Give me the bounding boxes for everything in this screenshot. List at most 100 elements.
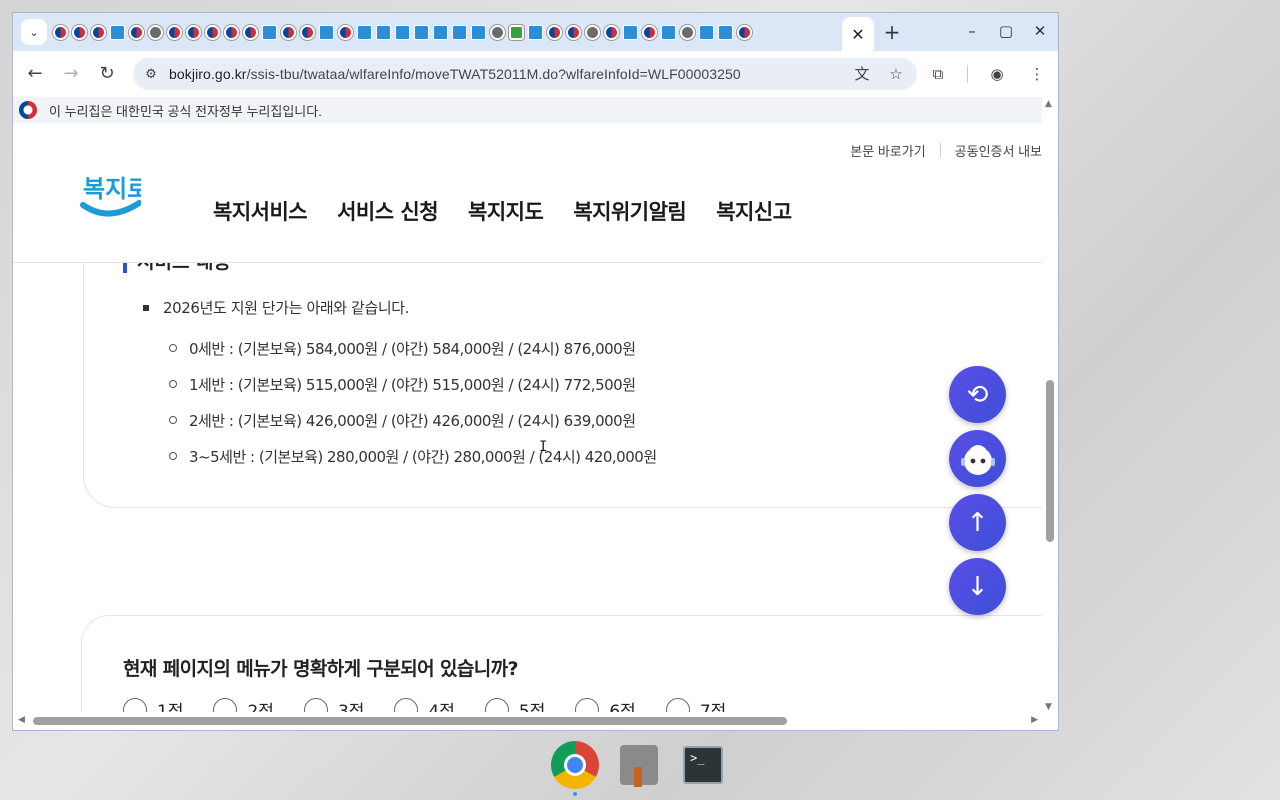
tab-favicon[interactable] bbox=[72, 24, 87, 40]
nav-welfare-map[interactable]: 복지지도 bbox=[468, 196, 544, 226]
gov-banner-text: 이 누리집은 대한민국 공식 전자정부 누리집입니다. bbox=[49, 103, 322, 119]
maximize-icon[interactable]: ▢ bbox=[996, 21, 1016, 41]
logo-text: 복지로 bbox=[83, 175, 141, 203]
browser-toolbar: ← → ↻ ⚙ bokjiro.go.kr/ssis-tbu/twataa/wl… bbox=[13, 51, 1058, 97]
tab-favicon[interactable] bbox=[319, 24, 334, 40]
menu-icon[interactable]: ⋮ bbox=[1026, 63, 1048, 85]
tab-favicon[interactable] bbox=[680, 24, 695, 40]
tab-favicon[interactable] bbox=[509, 24, 524, 40]
rate-item-text: 0세반 : (기본보육) 584,000원 / (야간) 584,000원 / … bbox=[189, 340, 636, 358]
tab-favicon[interactable] bbox=[357, 24, 372, 40]
horizontal-scrollbar[interactable]: ◀ ▶ bbox=[13, 712, 1058, 730]
rate-item-text: 3~5세반 : (기본보육) 280,000원 / (야간) 280,000원 … bbox=[189, 448, 657, 466]
nav-service-apply[interactable]: 서비스 신청 bbox=[337, 196, 438, 226]
support-intro: 2026년도 지원 단가는 아래와 같습니다. bbox=[143, 297, 409, 318]
tab-favicon[interactable] bbox=[300, 24, 315, 40]
header-divider bbox=[13, 262, 1044, 263]
tab-favicon[interactable] bbox=[490, 24, 505, 40]
back-icon[interactable]: ← bbox=[21, 60, 49, 88]
tab-favicon[interactable] bbox=[338, 24, 353, 40]
tab-favicon[interactable] bbox=[53, 24, 68, 40]
nav-welfare-services[interactable]: 복지서비스 bbox=[213, 196, 308, 226]
tab-favicon[interactable] bbox=[737, 24, 752, 40]
tab-favicon[interactable] bbox=[91, 24, 106, 40]
skip-to-content-link[interactable]: 본문 바로가기 bbox=[850, 141, 925, 160]
site-header: 본문 바로가기 공동인증서 내보 복지로 복지서비스 서비스 신청 복지지도 복… bbox=[13, 123, 1044, 263]
url-path: /ssis-tbu/twataa/wlfareInfo/moveTWAT5201… bbox=[246, 66, 741, 82]
tab-favicon[interactable] bbox=[376, 24, 391, 40]
site-info-icon[interactable]: ⚙ bbox=[141, 67, 161, 82]
tab-favicon[interactable] bbox=[623, 24, 638, 40]
list-item: 1세반 : (기본보육) 515,000원 / (야간) 515,000원 / … bbox=[169, 374, 657, 410]
vertical-scrollbar[interactable]: ▲ ▼ bbox=[1042, 97, 1058, 714]
tab-favicon[interactable] bbox=[661, 24, 676, 40]
tab-favicon[interactable] bbox=[167, 24, 182, 40]
address-bar[interactable]: ⚙ bokjiro.go.kr/ssis-tbu/twataa/wlfareIn… bbox=[133, 58, 917, 90]
tab-favicon[interactable] bbox=[205, 24, 220, 40]
tab-favicon[interactable] bbox=[281, 24, 296, 40]
tab-favicon[interactable] bbox=[148, 24, 163, 40]
tool-icon bbox=[620, 745, 658, 787]
tab-favicon[interactable] bbox=[547, 24, 562, 40]
tab-favicon[interactable] bbox=[528, 24, 543, 40]
chevron-down-icon: ⌄ bbox=[29, 25, 39, 39]
extensions-icon[interactable]: ⧉ bbox=[927, 63, 949, 85]
scroll-up-arrow-icon[interactable]: ▲ bbox=[1045, 99, 1052, 109]
arrow-down-icon: ↓ bbox=[966, 571, 989, 602]
tab-favicon[interactable] bbox=[642, 24, 657, 40]
support-intro-text: 2026년도 지원 단가는 아래와 같습니다. bbox=[163, 299, 410, 317]
scroll-left-arrow-icon[interactable]: ◀ bbox=[18, 715, 25, 725]
tab-favicon[interactable] bbox=[699, 24, 714, 40]
scrollbar-thumb[interactable] bbox=[1046, 380, 1054, 542]
gov-banner: 이 누리집은 대한민국 공식 전자정부 누리집입니다. bbox=[13, 97, 1044, 123]
tab-favicon[interactable] bbox=[414, 24, 429, 40]
tab-favicon[interactable] bbox=[243, 24, 258, 40]
active-tab[interactable]: ✕ bbox=[842, 17, 874, 51]
forward-icon[interactable]: → bbox=[57, 60, 85, 88]
tab-favicon[interactable] bbox=[566, 24, 581, 40]
profile-icon[interactable]: ◉ bbox=[986, 63, 1008, 85]
tab-favicon[interactable] bbox=[262, 24, 277, 40]
scrollbar-thumb[interactable] bbox=[33, 717, 787, 725]
chrome-taskbar-button[interactable] bbox=[550, 740, 600, 796]
tab-favicon[interactable] bbox=[186, 24, 201, 40]
url-text[interactable]: bokjiro.go.kr/ssis-tbu/twataa/wlfareInfo… bbox=[169, 66, 741, 82]
rate-item-text: 1세반 : (기본보육) 515,000원 / (야간) 515,000원 / … bbox=[189, 376, 636, 394]
close-window-icon[interactable]: ✕ bbox=[1030, 21, 1050, 41]
new-tab-button[interactable]: + bbox=[881, 21, 903, 43]
tab-favicon[interactable] bbox=[433, 24, 448, 40]
nav-welfare-report[interactable]: 복지신고 bbox=[716, 196, 792, 226]
tab-favicon[interactable] bbox=[395, 24, 410, 40]
text-cursor-icon: I bbox=[539, 439, 548, 455]
bokjiro-logo[interactable]: 복지로 bbox=[79, 167, 141, 227]
chatbot-button[interactable] bbox=[949, 430, 1006, 487]
bookmark-star-icon[interactable]: ☆ bbox=[885, 63, 907, 85]
terminal-taskbar-button[interactable]: >_ bbox=[678, 740, 728, 790]
toolbar-divider bbox=[967, 65, 968, 83]
minimize-icon[interactable]: – bbox=[962, 21, 982, 41]
url-host: bokjiro.go.kr bbox=[169, 66, 247, 82]
tab-favicon[interactable] bbox=[604, 24, 619, 40]
tab-favicon[interactable] bbox=[452, 24, 467, 40]
scroll-right-arrow-icon[interactable]: ▶ bbox=[1031, 715, 1038, 725]
translate-icon[interactable]: 文 bbox=[851, 63, 873, 85]
main-nav: 복지서비스 서비스 신청 복지지도 복지위기알림 복지신고 bbox=[213, 196, 792, 226]
scroll-top-button[interactable]: ↑ bbox=[949, 494, 1006, 551]
history-icon: ⟲ bbox=[966, 379, 989, 410]
certificate-link[interactable]: 공동인증서 내보 bbox=[955, 141, 1042, 160]
scroll-down-arrow-icon[interactable]: ▼ bbox=[1045, 702, 1052, 712]
reload-icon[interactable]: ↻ bbox=[93, 60, 121, 88]
tool-taskbar-button[interactable] bbox=[614, 740, 664, 790]
tab-favicon[interactable] bbox=[585, 24, 600, 40]
recent-history-button[interactable]: ⟲ bbox=[949, 366, 1006, 423]
scroll-bottom-button[interactable]: ↓ bbox=[949, 558, 1006, 615]
nav-crisis-alert[interactable]: 복지위기알림 bbox=[573, 196, 686, 226]
tab-favicon[interactable] bbox=[718, 24, 733, 40]
page-viewport: 서비스 내용 본문 바로가기 공동인증서 내보 복지로 복지서비스 서비스 신청… bbox=[13, 97, 1044, 714]
close-icon[interactable]: ✕ bbox=[851, 25, 864, 44]
tab-favicon[interactable] bbox=[110, 24, 125, 40]
tab-favicon[interactable] bbox=[224, 24, 239, 40]
tab-favicon[interactable] bbox=[129, 24, 144, 40]
tab-favicon[interactable] bbox=[471, 24, 486, 40]
tab-search-button[interactable]: ⌄ bbox=[21, 19, 47, 45]
